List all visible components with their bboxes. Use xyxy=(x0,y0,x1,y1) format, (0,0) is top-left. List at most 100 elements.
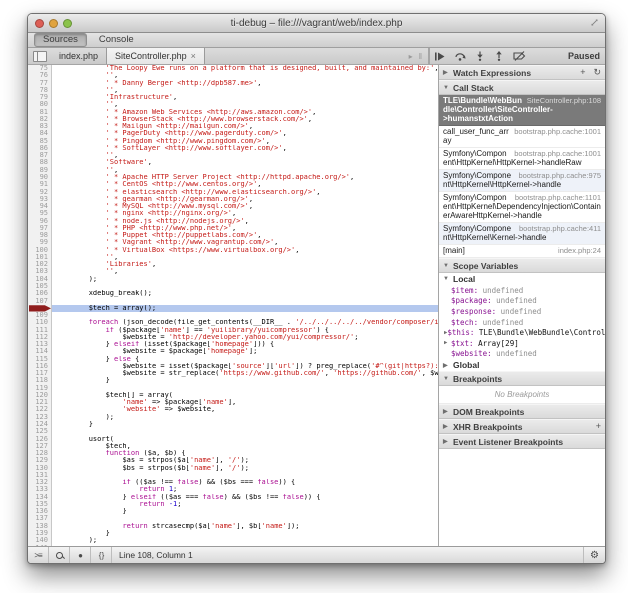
watch-expressions-header[interactable]: ▶ Watch Expressions + ↻ xyxy=(439,65,605,80)
code-line[interactable]: 122 'website' => $website, xyxy=(28,406,438,413)
code-line[interactable]: 111 if ($package['name'] == 'yuilibrary/… xyxy=(28,327,438,334)
breakpoints-header[interactable]: ▼ Breakpoints xyxy=(439,371,605,386)
code-line[interactable]: 139 } xyxy=(28,530,438,537)
code-line[interactable]: 114 $website = $package['homepage']; xyxy=(28,348,438,355)
code-line[interactable]: 77 ' * Danny Berger <http://dpb587.me>', xyxy=(28,80,438,87)
toggle-breakpoints-button[interactable] xyxy=(513,51,526,61)
code-line[interactable]: 121 'name' => $package['name'], xyxy=(28,399,438,406)
code-line[interactable]: 105 xyxy=(28,283,438,290)
tab-sources[interactable]: Sources xyxy=(34,33,87,47)
code-line[interactable]: 87 '', xyxy=(28,152,438,159)
code-line[interactable]: 127 $tech, xyxy=(28,443,438,450)
variable-row[interactable]: $package: undefined xyxy=(439,296,605,307)
code-line[interactable]: 82 ' * BrowserStack <http://www.browsers… xyxy=(28,116,438,123)
event-listener-breakpoints-header[interactable]: ▶ Event Listener Breakpoints xyxy=(439,434,605,449)
call-stack-frame[interactable]: bootstrap.php.cache:975Symfony\Component… xyxy=(439,170,605,192)
variable-row[interactable]: $response: undefined xyxy=(439,306,605,317)
gear-icon[interactable]: ⚙ xyxy=(583,547,605,563)
code-line[interactable]: 88 'Software', xyxy=(28,159,438,166)
search-icon[interactable] xyxy=(49,547,70,563)
call-stack-frame[interactable]: bootstrap.php.cache:1001Symfony\Componen… xyxy=(439,148,605,170)
variable-row[interactable]: $website: undefined xyxy=(439,349,605,360)
code-line[interactable]: 97 ' * PHP <http://www.php.net/>', xyxy=(28,225,438,232)
code-line[interactable]: 131 xyxy=(28,472,438,479)
call-stack-frame[interactable]: bootstrap.php.cache:1101Symfony\Componen… xyxy=(439,192,605,223)
code-line[interactable]: 117 $website = str_replace('https://www.… xyxy=(28,370,438,377)
code-line[interactable]: 129 $as = strpos($a['name'], '/'); xyxy=(28,457,438,464)
code-line[interactable]: 89 '', xyxy=(28,167,438,174)
code-line[interactable]: 125 xyxy=(28,428,438,435)
code-line[interactable]: 76 '', xyxy=(28,72,438,79)
code-line[interactable]: 103 '', xyxy=(28,268,438,275)
code-line[interactable]: 119 xyxy=(28,385,438,392)
code-line[interactable]: 124 } xyxy=(28,421,438,428)
code-line[interactable]: 132 if (($as !== false) && ($bs === fals… xyxy=(28,479,438,486)
line-number[interactable]: 141 xyxy=(28,545,52,546)
dom-breakpoints-header[interactable]: ▶ DOM Breakpoints xyxy=(439,404,605,419)
code-line[interactable]: 136 } xyxy=(28,508,438,515)
code-line[interactable]: 95 ' * nginx <http://nginx.org/>', xyxy=(28,210,438,217)
code-line[interactable]: 78 '', xyxy=(28,87,438,94)
code-line[interactable]: 126 usort( xyxy=(28,436,438,443)
code-line[interactable]: 81 ' * Amazon Web Services <http://aws.a… xyxy=(28,109,438,116)
xhr-breakpoints-header[interactable]: ▶ XHR Breakpoints + xyxy=(439,419,605,434)
code-line[interactable]: 79 'Infrastructure', xyxy=(28,94,438,101)
scope-local-row[interactable]: ▼ Local xyxy=(439,273,605,285)
code-line[interactable]: 91 ' * CentOS <http://www.centos.org/>', xyxy=(28,181,438,188)
code-line[interactable]: 134 } elseif (($as === false) && ($bs !=… xyxy=(28,494,438,501)
code-line[interactable]: 135 return -1; xyxy=(28,501,438,508)
code-line[interactable]: 113 } elseif (isset($package['homepage']… xyxy=(28,341,438,348)
file-tab-index-php[interactable]: index.php xyxy=(51,48,106,64)
call-stack-frame[interactable]: index.php:24[main] xyxy=(439,245,605,258)
code-line[interactable]: 116 $website = isset($package['source'][… xyxy=(28,363,438,370)
code-editor[interactable]: 75 'The Loopy Ewe runs on a platform tha… xyxy=(28,65,438,546)
variable-row[interactable]: ▶$txt: Array[29] xyxy=(439,338,605,349)
issues-icon[interactable]: ● xyxy=(70,547,91,563)
code-line[interactable]: 137 xyxy=(28,515,438,522)
step-into-button[interactable] xyxy=(475,51,485,61)
step-over-button[interactable] xyxy=(454,51,466,61)
code-line[interactable]: 99 ' * Vagrant <http://www.vagrantup.com… xyxy=(28,239,438,246)
code-line[interactable]: 83 ' * Mailgun <http://mailgun.com/>', xyxy=(28,123,438,130)
code-line[interactable]: 128 function ($a, $b) { xyxy=(28,450,438,457)
code-line[interactable]: 112 $website = 'http://developer.yahoo.c… xyxy=(28,334,438,341)
code-line[interactable]: 100 ' * VirtualBox <https://www.virtualb… xyxy=(28,247,438,254)
code-line[interactable]: 86 ' * SoftLayer <http://www.softlayer.c… xyxy=(28,145,438,152)
call-stack-frame[interactable]: bootstrap.php.cache:411Symfony\Component… xyxy=(439,223,605,245)
code-line[interactable]: 110 foreach (json_decode(file_get_conten… xyxy=(28,319,438,326)
refresh-watch-icon[interactable]: ↻ xyxy=(593,68,601,77)
code-line[interactable]: 104 ); xyxy=(28,276,438,283)
tab-console[interactable]: Console xyxy=(91,34,142,46)
code-line[interactable]: 106 xdebug_break(); xyxy=(28,290,438,297)
code-line[interactable]: 96 ' * node.js <http://nodejs.org/>', xyxy=(28,218,438,225)
code-line[interactable]: 84 ' * PagerDuty <http://www.pagerduty.c… xyxy=(28,130,438,137)
code-line[interactable]: 75 'The Loopy Ewe runs on a platform tha… xyxy=(28,65,438,72)
resume-button[interactable] xyxy=(434,52,445,61)
navigator-sidebar-icon[interactable] xyxy=(33,51,47,62)
code-line[interactable]: 98 ' * Puppet <http://puppetlabs.com/>', xyxy=(28,232,438,239)
tab-overflow-right-icon[interactable]: ‖ xyxy=(419,52,422,61)
call-stack-frame[interactable]: bootstrap.php.cache:1001call_user_func_a… xyxy=(439,126,605,148)
call-stack-header[interactable]: ▼ Call Stack xyxy=(439,80,605,95)
code-line[interactable]: $tech = array(); xyxy=(28,305,438,312)
code-line[interactable]: 80 '', xyxy=(28,101,438,108)
call-stack-frame[interactable]: SiteController.php:108TLE\Bundle\WebBund… xyxy=(439,95,605,126)
disclosure-closed-icon[interactable]: ▶ xyxy=(444,340,451,346)
close-tab-icon[interactable]: × xyxy=(191,51,196,61)
variable-row[interactable]: ▶$this: TLE\Bundle\WebBundle\Controller\ xyxy=(439,327,605,338)
file-tab-sitecontroller-php[interactable]: SiteController.php × xyxy=(106,48,205,64)
code-line[interactable]: 123 ); xyxy=(28,414,438,421)
code-line[interactable]: 138 return strcasecmp($a['name'], $b['na… xyxy=(28,523,438,530)
code-line[interactable]: 118 } xyxy=(28,377,438,384)
code-line[interactable]: 130 $bs = strpos($b['name'], '/'); xyxy=(28,465,438,472)
code-line[interactable]: 115 } else { xyxy=(28,356,438,363)
fullscreen-icon[interactable] xyxy=(590,18,599,27)
code-line[interactable]: 107 xyxy=(28,298,438,305)
code-line[interactable]: 101 '', xyxy=(28,254,438,261)
scope-global-row[interactable]: ▶ Global xyxy=(439,359,605,371)
pretty-print-icon[interactable]: { } xyxy=(91,547,112,563)
variable-row[interactable]: $tech: undefined xyxy=(439,317,605,328)
code-line[interactable]: 94 ' * MySQL <http://www.mysql.com/>', xyxy=(28,203,438,210)
code-line[interactable]: 102 'Libraries', xyxy=(28,261,438,268)
code-line[interactable]: 93 ' * gearman <http://gearman.org/>', xyxy=(28,196,438,203)
